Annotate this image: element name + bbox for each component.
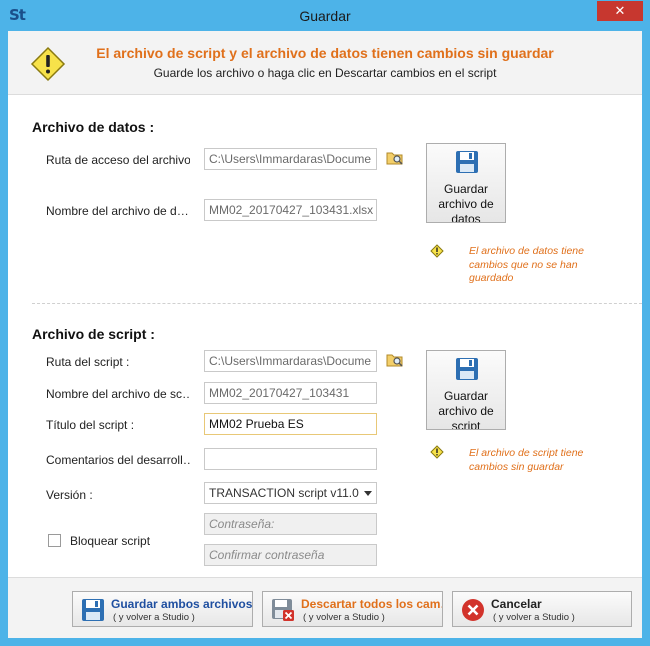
dialog-footer: Guardar ambos archivos ( y volver a Stud… <box>8 577 642 638</box>
save-dialog-window: St Guardar ✕ El archivo de script y el a… <box>0 0 650 646</box>
save-both-sublabel: ( y volver a Studio ) <box>113 612 195 623</box>
script-name-label: Nombre del archivo de sc… <box>46 387 190 401</box>
save-both-button[interactable]: Guardar ambos archivos ( y volver a Stud… <box>72 591 253 627</box>
folder-search-icon[interactable] <box>386 352 404 368</box>
data-path-label: Ruta de acceso del archivo… <box>46 153 190 167</box>
warning-icon <box>430 445 444 459</box>
save-both-label: Guardar ambos archivos <box>111 597 253 611</box>
discard-changes-label: Descartar todos los cam… <box>301 597 443 611</box>
confirm-password-field[interactable]: Confirmar contraseña <box>204 544 377 566</box>
header-title: El archivo de script y el archivo de dat… <box>96 45 554 61</box>
developer-comments-label: Comentarios del desarroll… <box>46 453 190 467</box>
data-path-field[interactable]: C:\Users\Immardaras\Docume <box>204 148 377 170</box>
script-section-title: Archivo de script : <box>32 326 155 342</box>
script-name-field[interactable]: MM02_20170427_103431 <box>204 382 377 404</box>
header-subtitle: Guarde los archivo o haga clic en Descar… <box>153 66 497 80</box>
folder-search-icon[interactable] <box>386 150 404 166</box>
developer-comments-field[interactable] <box>204 448 377 470</box>
section-divider <box>32 303 642 304</box>
version-select[interactable]: TRANSACTION script v11.0 <box>204 482 377 504</box>
data-name-field[interactable]: MM02_20170427_103431.xlsx <box>204 199 377 221</box>
floppy-disk-icon <box>456 358 478 380</box>
warning-icon <box>430 244 444 258</box>
dialog-header: El archivo de script y el archivo de dat… <box>8 31 642 95</box>
window-title: Guardar <box>299 8 351 24</box>
dialog-body: El archivo de script y el archivo de dat… <box>8 31 642 638</box>
script-path-label: Ruta del script : <box>46 355 130 369</box>
floppy-disk-icon <box>456 151 478 173</box>
save-data-file-label: Guardar archivo de datos <box>438 182 494 223</box>
script-title-field[interactable]: MM02 Prueba ES <box>204 413 377 435</box>
cancel-label: Cancelar <box>491 597 542 611</box>
close-button[interactable]: ✕ <box>597 1 643 21</box>
version-select-value: TRANSACTION script v11.0 <box>209 486 359 500</box>
version-label: Versión : <box>46 488 93 502</box>
save-data-file-button[interactable]: Guardar archivo de datos <box>426 143 506 223</box>
save-script-file-button[interactable]: Guardar archivo de script <box>426 350 506 430</box>
cancel-button[interactable]: Cancelar ( y volver a Studio ) <box>452 591 632 627</box>
password-field[interactable]: Contraseña: <box>204 513 377 535</box>
lock-script-checkbox[interactable] <box>48 534 61 547</box>
script-title-label: Título del script : <box>46 418 135 432</box>
data-unsaved-note: El archivo de datos tiene cambios que no… <box>469 245 584 284</box>
script-path-field[interactable]: C:\Users\Immardaras\Docume <box>204 350 377 372</box>
save-script-file-label: Guardar archivo de script <box>438 389 494 430</box>
discard-changes-sublabel: ( y volver a Studio ) <box>303 612 385 623</box>
script-unsaved-note: El archivo de script tiene cambios sin g… <box>469 447 584 473</box>
cancel-icon <box>462 599 484 621</box>
data-name-label: Nombre del archivo de d… <box>46 204 189 218</box>
discard-disk-icon <box>272 599 294 621</box>
lock-script-label[interactable]: Bloquear script <box>70 534 150 548</box>
cancel-sublabel: ( y volver a Studio ) <box>493 612 575 623</box>
chevron-down-icon <box>364 491 372 496</box>
discard-changes-button[interactable]: Descartar todos los cam… ( y volver a St… <box>262 591 443 627</box>
title-bar[interactable]: St Guardar ✕ <box>0 0 650 32</box>
floppy-disk-icon <box>82 599 104 621</box>
data-section-title: Archivo de datos : <box>32 119 155 135</box>
